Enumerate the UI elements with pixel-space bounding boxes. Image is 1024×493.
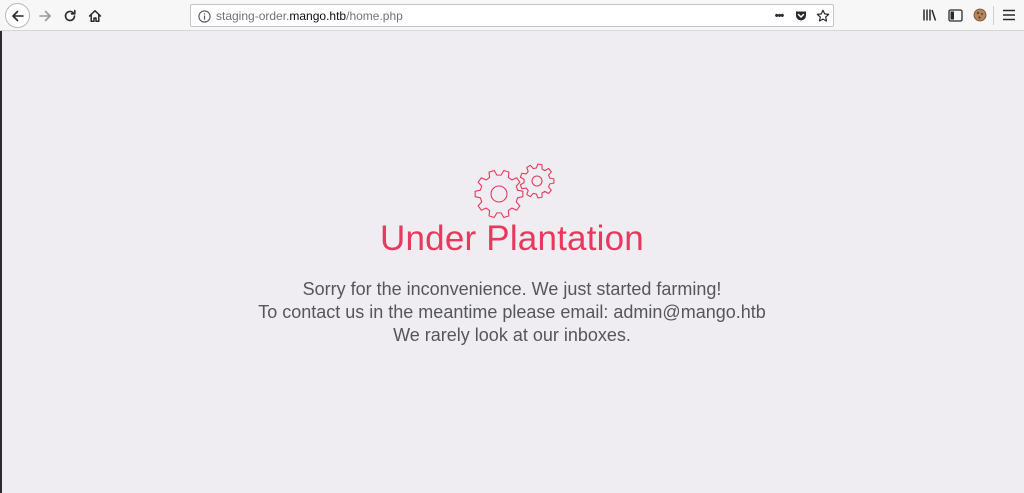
page-title: Under Plantation	[380, 219, 644, 258]
bookmark-star-icon[interactable]	[815, 8, 831, 24]
forward-icon	[39, 10, 51, 22]
url-domain: mango.htb	[289, 9, 347, 23]
url-path: /home.php	[346, 9, 403, 23]
menu-icon[interactable]	[1001, 7, 1017, 23]
url-text[interactable]: staging-order.mango.htb/home.php	[216, 9, 403, 23]
url-bar[interactable]: staging-order.mango.htb/home.php •••	[190, 4, 834, 27]
reload-button[interactable]	[58, 4, 82, 28]
page-content: Under Plantation Sorry for the inconveni…	[0, 31, 1024, 493]
back-icon	[11, 10, 24, 21]
cookie-icon[interactable]	[972, 7, 988, 23]
message-line-1: Sorry for the inconvenience. We just sta…	[302, 279, 722, 299]
back-button[interactable]	[5, 3, 30, 28]
home-button[interactable]	[83, 4, 107, 28]
browser-toolbar: staging-order.mango.htb/home.php •••	[0, 0, 1024, 31]
toolbar-divider	[993, 6, 994, 25]
forward-button[interactable]	[33, 4, 57, 28]
library-icon[interactable]	[922, 7, 938, 23]
message-line-3: We rarely look at our inboxes.	[393, 325, 631, 345]
message-line-2: To contact us in the meantime please ema…	[258, 302, 766, 322]
pocket-icon[interactable]	[793, 8, 809, 24]
sidebar-icon[interactable]	[947, 7, 963, 23]
gears-icon	[474, 163, 555, 219]
more-icon[interactable]: •••	[771, 8, 787, 24]
info-icon[interactable]	[196, 8, 212, 24]
reload-icon	[64, 9, 76, 22]
url-prefix: staging-order.	[216, 9, 290, 23]
home-icon	[88, 10, 102, 22]
